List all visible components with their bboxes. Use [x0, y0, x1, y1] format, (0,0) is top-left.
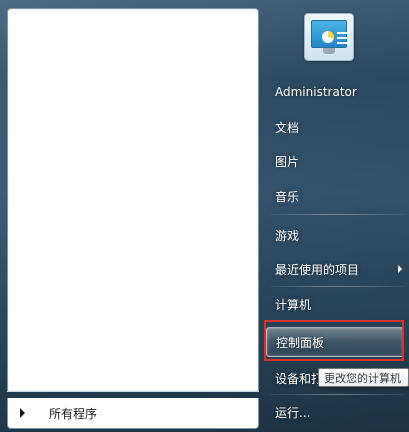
pinned-programs-pane [7, 8, 259, 392]
computer-link[interactable]: 计算机 [266, 289, 406, 319]
music-label: 音乐 [275, 189, 300, 204]
control-panel-label: 控制面板 [276, 335, 325, 350]
expand-arrow-icon [20, 408, 25, 418]
user-folder-link[interactable]: Administrator [266, 77, 406, 107]
all-programs-label: 所有程序 [49, 406, 98, 421]
computer-label: 计算机 [275, 297, 312, 312]
submenu-arrow-icon [398, 265, 402, 273]
run-link[interactable]: 运行... [266, 397, 406, 427]
right-pane-separator [270, 286, 404, 287]
control-panel-link[interactable]: 控制面板 [266, 327, 404, 357]
games-label: 游戏 [275, 228, 300, 243]
music-link[interactable]: 音乐 [266, 181, 406, 211]
right-pane-separator [270, 394, 404, 395]
devices-and-printers-label: 设备和打 [275, 371, 324, 386]
recent-items-link[interactable]: 最近使用的项目 [266, 254, 406, 284]
left-pane-divider [7, 391, 259, 392]
documents-label: 文档 [275, 120, 300, 135]
run-label: 运行... [275, 405, 311, 420]
start-menu: 所有程序 Administrator 文档 图片 音乐 游戏 最近使用的项目 计… [0, 0, 409, 432]
pictures-link[interactable]: 图片 [266, 146, 406, 176]
documents-link[interactable]: 文档 [266, 112, 406, 142]
tooltip-text: 更改您的计算机 [324, 371, 401, 385]
pictures-label: 图片 [275, 154, 300, 169]
user-folder-label: Administrator [275, 85, 357, 99]
games-link[interactable]: 游戏 [266, 220, 406, 250]
control-panel-tooltip: 更改您的计算机 [318, 368, 409, 387]
right-pane-separator [270, 214, 404, 215]
recent-items-label: 最近使用的项目 [275, 262, 360, 277]
all-programs-button[interactable]: 所有程序 [7, 398, 259, 429]
